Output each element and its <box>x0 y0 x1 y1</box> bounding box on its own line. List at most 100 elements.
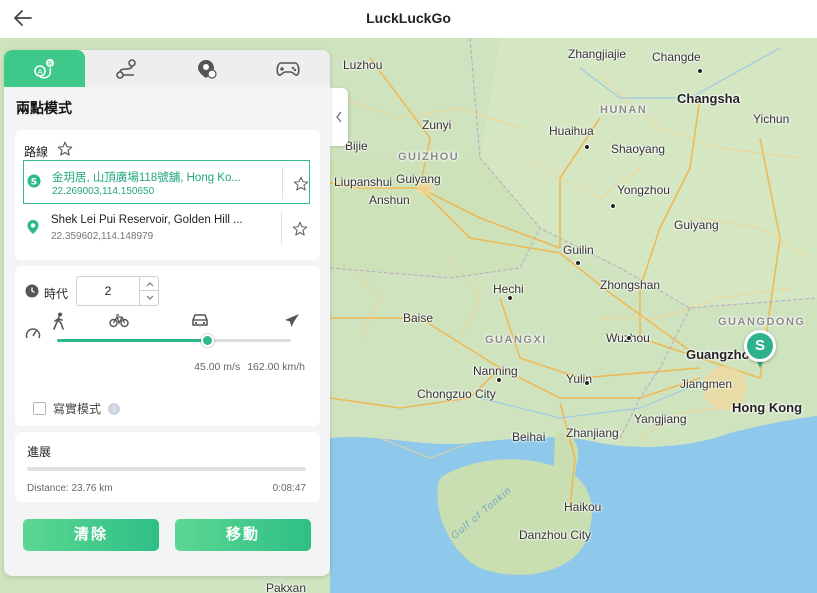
progress-time: 0:08:47 <box>272 483 306 494</box>
map-label: Zhongshan <box>600 278 661 292</box>
svg-text:S: S <box>31 178 37 188</box>
bike-icon[interactable] <box>109 312 129 333</box>
multiplier-value[interactable]: 2 <box>77 277 139 305</box>
map-label: HUNAN <box>600 104 648 116</box>
mode-tabs: A B <box>4 50 330 87</box>
map-label: Luzhou <box>343 58 383 72</box>
favorite-star-icon[interactable] <box>291 220 309 243</box>
map-label: Haikou <box>564 500 602 514</box>
chevron-up-icon <box>146 281 153 286</box>
marker-pin-icon: S <box>744 330 776 362</box>
map-label: Anshun <box>369 193 410 207</box>
start-marker[interactable]: S <box>744 330 776 370</box>
map-label: Hong Kong <box>732 400 803 415</box>
map-label: Zhangjiajie <box>568 47 627 61</box>
route-end-coord: 22.359602,114.148979 <box>51 231 154 242</box>
city-dot <box>507 295 513 301</box>
tab-joystick-mode[interactable] <box>247 50 328 87</box>
map-label: Hechi <box>493 282 524 296</box>
side-panel: A B 兩點模式 路線 S 金玥居, 山頂廣場118號舖, Hong Ko...… <box>4 50 330 576</box>
divider <box>282 167 283 199</box>
clock-icon <box>25 284 39 303</box>
route-start-row[interactable]: S 金玥居, 山頂廣場118號舖, Hong Ko... 22.269003,1… <box>23 160 310 204</box>
location-pin-icon <box>197 59 217 79</box>
car-icon[interactable] <box>190 312 210 333</box>
svg-text:A: A <box>37 68 42 76</box>
tab-multi-point-mode[interactable] <box>85 50 166 87</box>
speed-slider[interactable] <box>57 334 291 347</box>
route-start-name: 金玥居, 山頂廣場118號舖, Hong Ko... <box>52 172 241 184</box>
info-icon[interactable]: i <box>108 402 121 415</box>
tab-two-point-mode[interactable]: A B <box>4 50 85 87</box>
map-label: Beihai <box>512 430 546 444</box>
multiplier-stepper[interactable]: 2 <box>76 276 159 306</box>
map-label: Nanning <box>473 364 518 378</box>
map-label: Yangjiang <box>634 412 687 426</box>
time-label: 時代 <box>44 287 69 301</box>
city-dot <box>697 68 703 74</box>
svg-text:B: B <box>47 60 51 67</box>
two-point-route-icon: A B <box>33 58 54 78</box>
end-pin-icon <box>26 219 40 234</box>
route-end-row[interactable]: Shek Lei Pui Reservoir, Golden Hill ... … <box>23 206 310 250</box>
map-label: Guiyang <box>674 218 719 232</box>
stepper-down-button[interactable] <box>139 291 159 305</box>
map-label: Huaihua <box>549 124 594 138</box>
collapse-panel-button[interactable] <box>330 88 348 146</box>
progress-bar <box>27 467 306 471</box>
map-label: GUANGDONG <box>718 316 806 328</box>
map-label: GUIZHOU <box>398 151 460 163</box>
map-label: Baise <box>403 311 434 325</box>
progress-label: 進展 <box>27 445 52 459</box>
start-pin-icon: S <box>27 174 41 188</box>
favorite-star-icon[interactable] <box>292 175 310 198</box>
gamepad-icon <box>275 61 300 76</box>
tab-teleport-mode[interactable] <box>166 50 247 87</box>
map-label: Bijie <box>345 139 368 153</box>
multi-point-route-icon <box>115 58 136 79</box>
speedometer-icon <box>25 326 41 345</box>
speed-card: 時代 2 45.00 m/s 162.00 km/h 寫實模式 i <box>15 266 320 426</box>
route-end-name: Shek Lei Pui Reservoir, Golden Hill ... <box>51 214 243 226</box>
chevron-down-icon <box>146 295 153 300</box>
page-title: 兩點模式 <box>16 100 72 116</box>
route-start-coord: 22.269003,114.150650 <box>52 186 155 197</box>
chevron-left-icon <box>336 111 342 123</box>
map-label: Shaoyang <box>611 142 666 156</box>
map-label: Zunyi <box>422 118 452 132</box>
title-bar: LuckLuckGo <box>0 0 817 38</box>
speed-kmh: 162.00 km/h <box>247 361 305 373</box>
map-label: Danzhou City <box>519 528 592 542</box>
city-dot <box>496 377 502 383</box>
speed-slider-handle[interactable] <box>200 334 214 347</box>
map-label: Zhanjiang <box>566 426 619 440</box>
map-label: Yichun <box>753 112 790 126</box>
map-label: Yongzhou <box>617 183 670 197</box>
map-label: Changde <box>652 50 701 64</box>
city-dot <box>626 335 632 341</box>
city-dot <box>575 260 581 266</box>
stepper-up-button[interactable] <box>139 277 159 291</box>
map-label: Pakxan <box>266 581 307 593</box>
map-label: Chongzuo City <box>417 387 496 401</box>
speed-readout: 45.00 m/s 162.00 km/h <box>194 361 305 373</box>
map-label: Guiyang <box>396 172 441 186</box>
map-label: Jiangmen <box>680 377 733 391</box>
city-dot <box>584 380 590 386</box>
move-button[interactable]: 移動 <box>175 519 311 551</box>
plane-icon[interactable] <box>283 312 301 335</box>
progress-distance: Distance: 23.76 km <box>27 483 113 494</box>
walk-icon[interactable] <box>51 312 67 335</box>
speed-slider-fill <box>57 339 207 342</box>
app-title: LuckLuckGo <box>366 10 451 26</box>
clear-button[interactable]: 清除 <box>23 519 159 551</box>
progress-card: 進展 Distance: 23.76 km 0:08:47 <box>15 432 320 502</box>
city-dot <box>610 203 616 209</box>
realistic-mode-checkbox[interactable] <box>33 402 46 415</box>
speed-ms: 45.00 m/s <box>194 361 241 373</box>
map-label: Guilin <box>563 243 594 257</box>
divider <box>281 212 282 244</box>
realistic-mode-option[interactable]: 寫實模式 i <box>33 400 121 417</box>
route-card: 路線 S 金玥居, 山頂廣場118號舖, Hong Ko... 22.26900… <box>15 130 320 260</box>
map-label: GUANGXI <box>485 334 547 346</box>
